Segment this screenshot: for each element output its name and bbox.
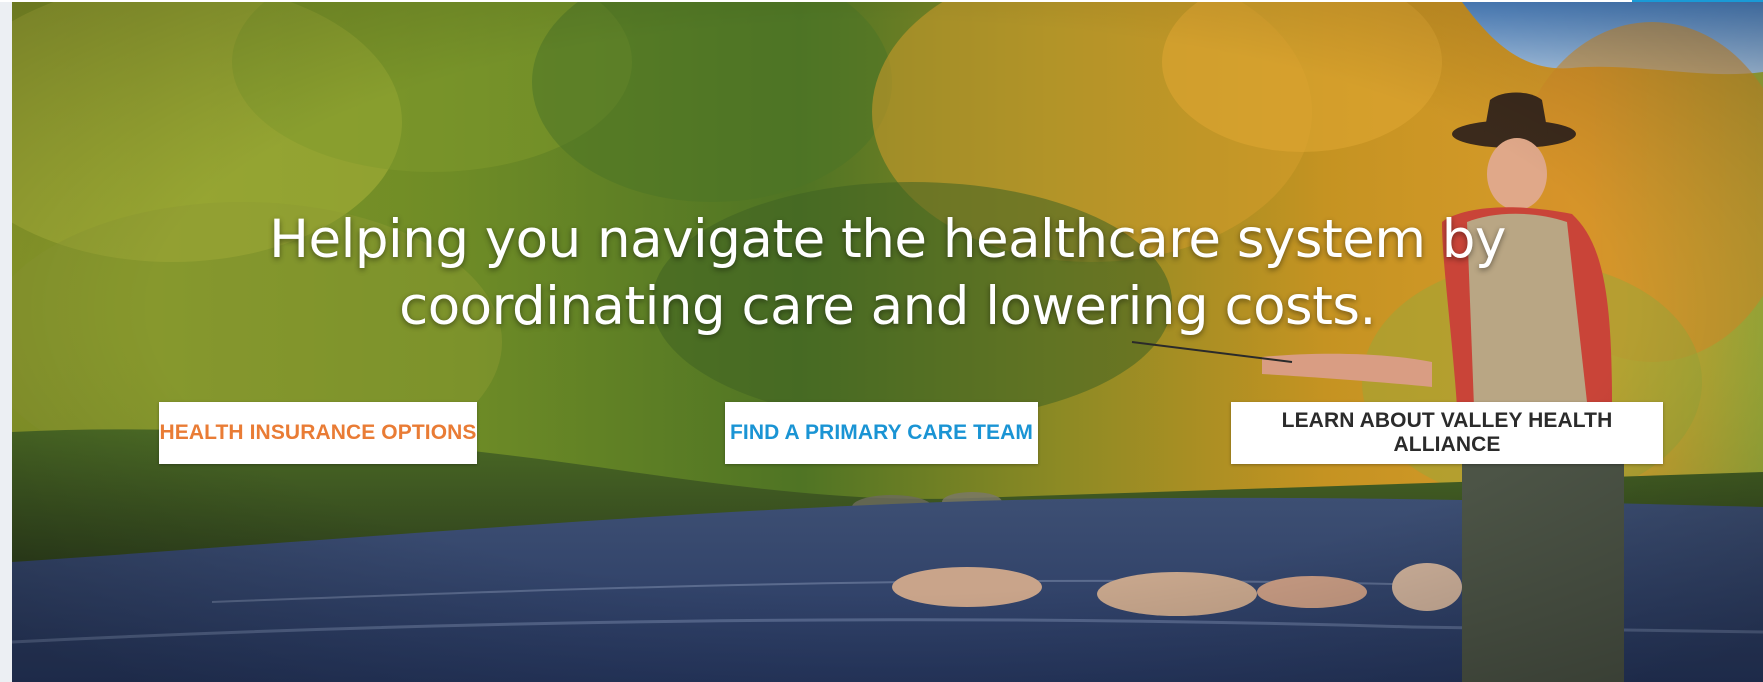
hero-headline: Helping you navigate the healthcare syst…	[12, 206, 1763, 340]
find-primary-care-team-button[interactable]: FIND A PRIMARY CARE TEAM	[725, 402, 1038, 464]
hero-headline-line-2: coordinating care and lowering costs.	[399, 276, 1376, 337]
health-insurance-options-button[interactable]: HEALTH INSURANCE OPTIONS	[159, 402, 477, 464]
learn-about-valley-health-alliance-button[interactable]: LEARN ABOUT VALLEY HEALTH ALLIANCE	[1231, 402, 1663, 464]
hero-banner: Helping you navigate the healthcare syst…	[12, 2, 1763, 682]
hero-headline-line-1: Helping you navigate the healthcare syst…	[269, 209, 1506, 270]
hero-background-image	[12, 2, 1763, 682]
